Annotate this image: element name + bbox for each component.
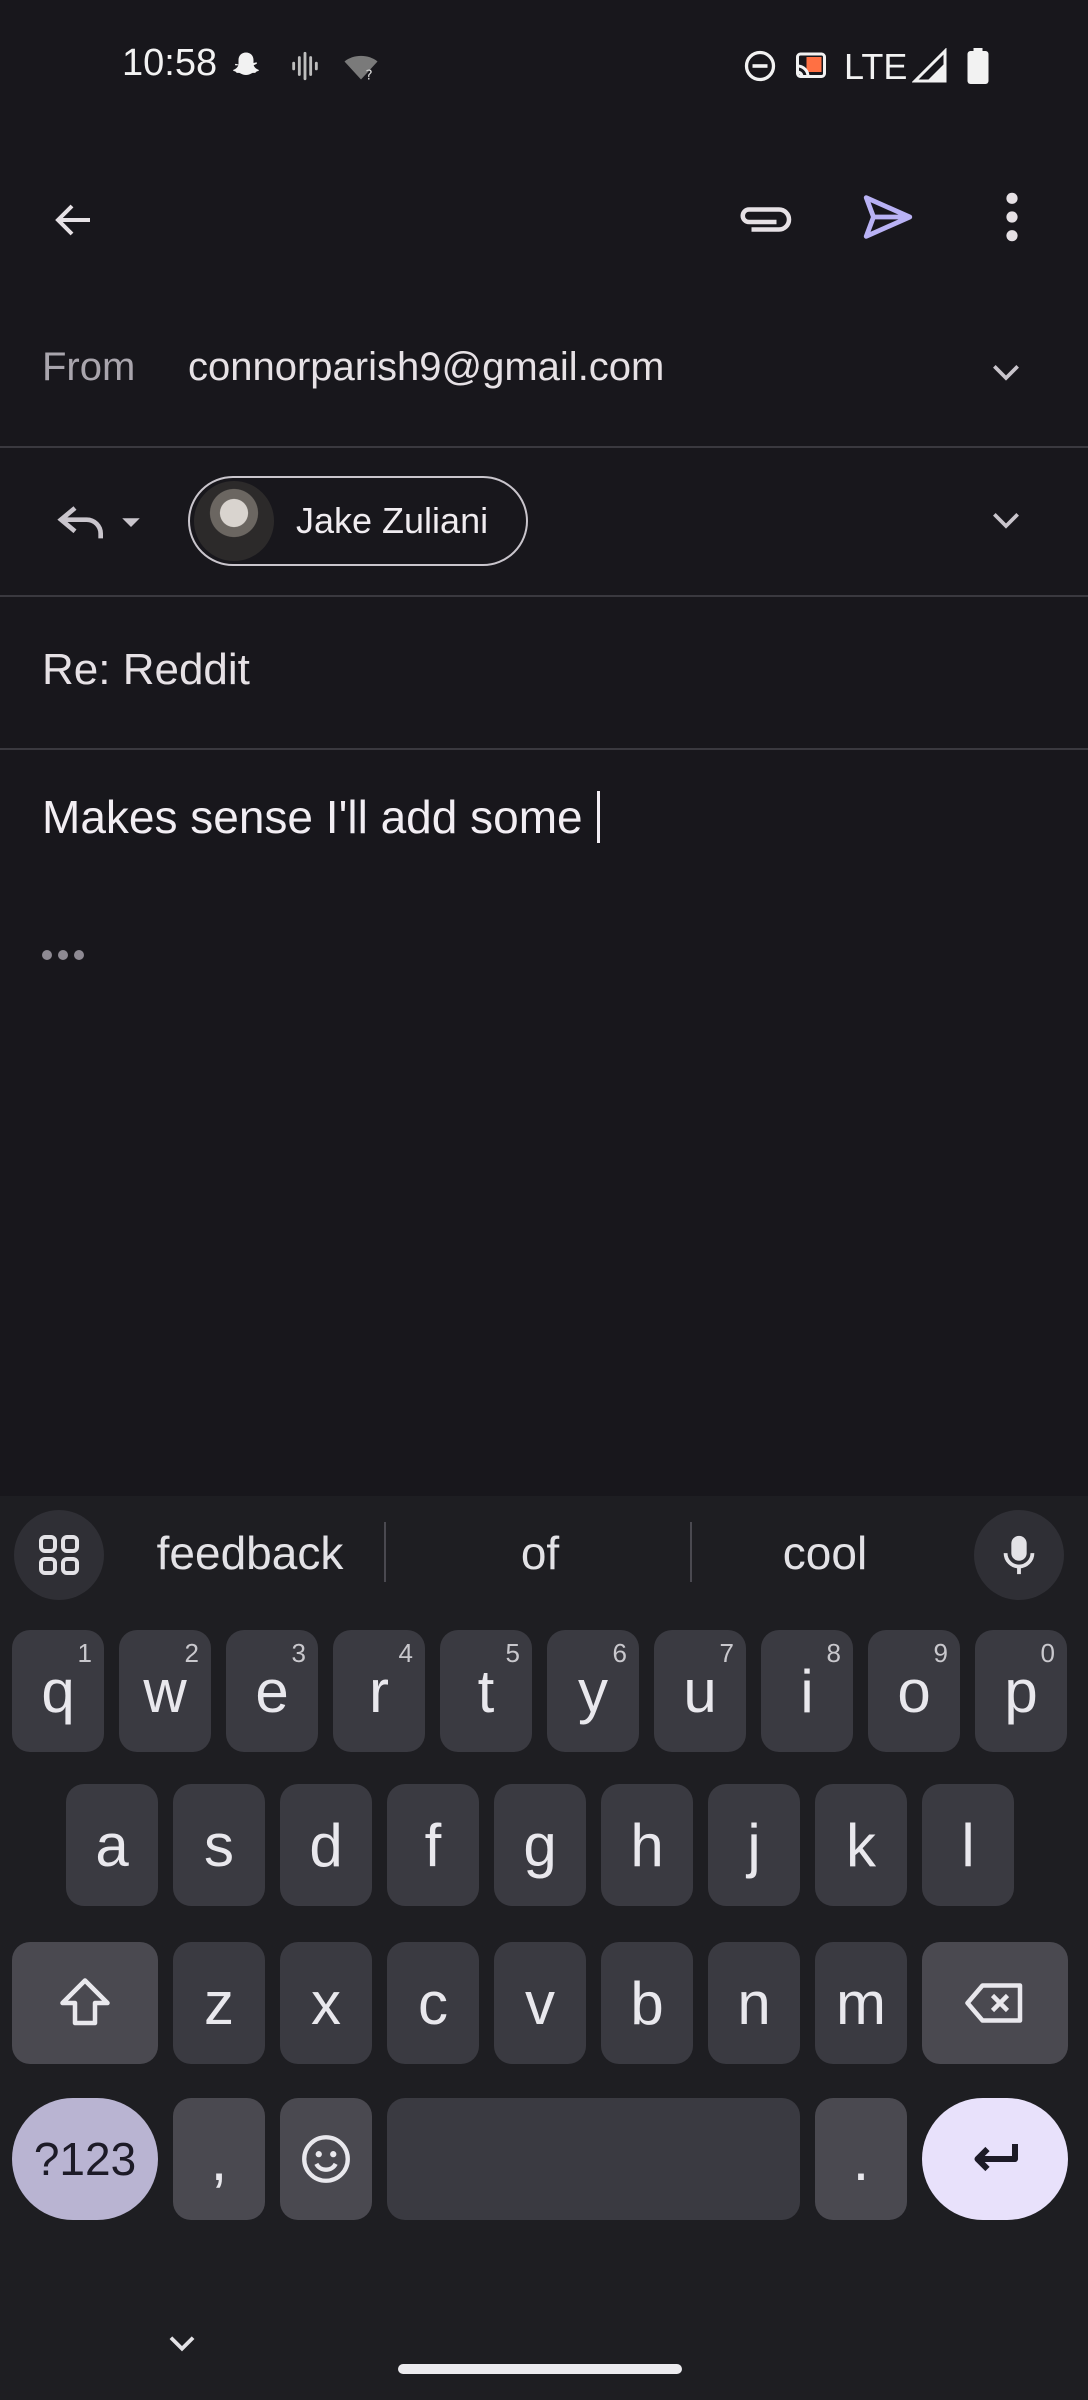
audio-wave-icon — [292, 51, 318, 81]
comma-key[interactable]: , — [173, 2098, 265, 2220]
separator — [690, 1522, 692, 1582]
svg-text:?: ? — [366, 68, 373, 84]
cast-icon — [796, 52, 826, 78]
more-options-button[interactable] — [972, 175, 1052, 259]
separator — [384, 1522, 386, 1582]
emoji-icon — [302, 2135, 350, 2183]
key-a[interactable]: a — [66, 1784, 158, 1906]
key-d[interactable]: d — [280, 1784, 372, 1906]
backspace-icon — [965, 1983, 1023, 2023]
dot — [74, 950, 84, 960]
send-icon — [863, 195, 913, 239]
key-c[interactable]: c — [387, 1942, 479, 2064]
avatar — [194, 481, 274, 561]
arrow-back-icon — [55, 204, 90, 236]
enter-icon — [974, 2144, 1018, 2172]
key-t[interactable]: t5 — [440, 1630, 532, 1752]
key-o[interactable]: o9 — [868, 1630, 960, 1752]
microphone-icon — [1003, 1535, 1035, 1575]
battery-icon — [967, 48, 989, 84]
key-x[interactable]: x — [280, 1942, 372, 2064]
enter-key[interactable] — [922, 2098, 1068, 2220]
period-key[interactable]: . — [815, 2098, 907, 2220]
symbols-key[interactable]: ?123 — [12, 2098, 158, 2220]
divider — [0, 446, 1088, 448]
voice-input-button[interactable] — [974, 1510, 1064, 1600]
dot — [58, 950, 68, 960]
grid-icon — [39, 1535, 79, 1575]
key-s[interactable]: s — [173, 1784, 265, 1906]
recipients-expand-button[interactable] — [976, 493, 1036, 549]
show-quoted-text-button[interactable] — [42, 950, 84, 960]
space-key[interactable] — [387, 2098, 800, 2220]
back-button[interactable] — [34, 180, 114, 260]
cell-signal-icon — [912, 48, 947, 83]
chevron-down-icon — [993, 365, 1019, 381]
key-p[interactable]: p0 — [975, 1630, 1067, 1752]
key-w[interactable]: w2 — [119, 1630, 211, 1752]
dropdown-arrow-icon — [122, 518, 140, 527]
suggestion-3[interactable]: cool — [700, 1526, 950, 1580]
key-q[interactable]: q1 — [12, 1630, 104, 1752]
from-expand-button[interactable] — [976, 345, 1036, 401]
suggestion-2[interactable]: of — [410, 1526, 670, 1580]
send-button[interactable] — [846, 175, 930, 259]
key-z[interactable]: z — [173, 1942, 265, 2064]
chevron-down-icon — [993, 513, 1019, 529]
body-field[interactable]: Makes sense I'll add some — [42, 790, 601, 844]
recipient-chip[interactable]: Jake Zuliani — [188, 476, 528, 566]
chevron-down-icon — [169, 2336, 195, 2352]
key-e[interactable]: e3 — [226, 1630, 318, 1752]
attach-button[interactable] — [722, 175, 806, 259]
hide-keyboard-button[interactable] — [150, 2316, 214, 2372]
key-b[interactable]: b — [601, 1942, 693, 2064]
paperclip-icon — [740, 207, 792, 232]
from-label: From — [42, 345, 136, 389]
key-j[interactable]: j — [708, 1784, 800, 1906]
more-vert-icon — [1006, 192, 1018, 242]
network-type: LTE — [844, 46, 908, 87]
key-n[interactable]: n — [708, 1942, 800, 2064]
reply-type-button[interactable] — [40, 490, 160, 554]
status-time: 10:58 — [122, 42, 218, 84]
status-bar: 10:58 ? LTE — [0, 0, 1088, 140]
shift-icon — [60, 1978, 110, 2026]
from-email[interactable]: connorparish9@gmail.com — [188, 345, 664, 390]
key-u[interactable]: u7 — [654, 1630, 746, 1752]
key-v[interactable]: v — [494, 1942, 586, 2064]
divider — [0, 595, 1088, 597]
recipient-name: Jake Zuliani — [296, 500, 489, 541]
divider — [0, 748, 1088, 750]
keyboard: feedback of cool q1 w2 e3 r4 t5 y6 u7 i8… — [0, 1496, 1088, 2400]
key-i[interactable]: i8 — [761, 1630, 853, 1752]
subject-field[interactable]: Re: Reddit — [42, 645, 250, 695]
key-r[interactable]: r4 — [333, 1630, 425, 1752]
key-g[interactable]: g — [494, 1784, 586, 1906]
key-h[interactable]: h — [601, 1784, 693, 1906]
apps-button[interactable] — [14, 1510, 104, 1600]
text-cursor — [597, 791, 601, 843]
key-l[interactable]: l — [922, 1784, 1014, 1906]
shift-key[interactable] — [12, 1942, 158, 2064]
dot — [42, 950, 52, 960]
wifi-unknown-icon: ? — [344, 55, 378, 84]
key-m[interactable]: m — [815, 1942, 907, 2064]
reply-icon — [57, 506, 103, 539]
suggestion-strip: feedback of cool — [0, 1496, 1088, 1608]
key-f[interactable]: f — [387, 1784, 479, 1906]
emoji-key[interactable] — [280, 2098, 372, 2220]
key-k[interactable]: k — [815, 1784, 907, 1906]
suggestion-1[interactable]: feedback — [120, 1526, 380, 1580]
key-y[interactable]: y6 — [547, 1630, 639, 1752]
gesture-nav-handle[interactable] — [398, 2364, 682, 2374]
body-text: Makes sense I'll add some — [42, 791, 596, 843]
do-not-disturb-icon — [744, 50, 776, 82]
snapchat-icon — [233, 52, 259, 75]
backspace-key[interactable] — [922, 1942, 1068, 2064]
